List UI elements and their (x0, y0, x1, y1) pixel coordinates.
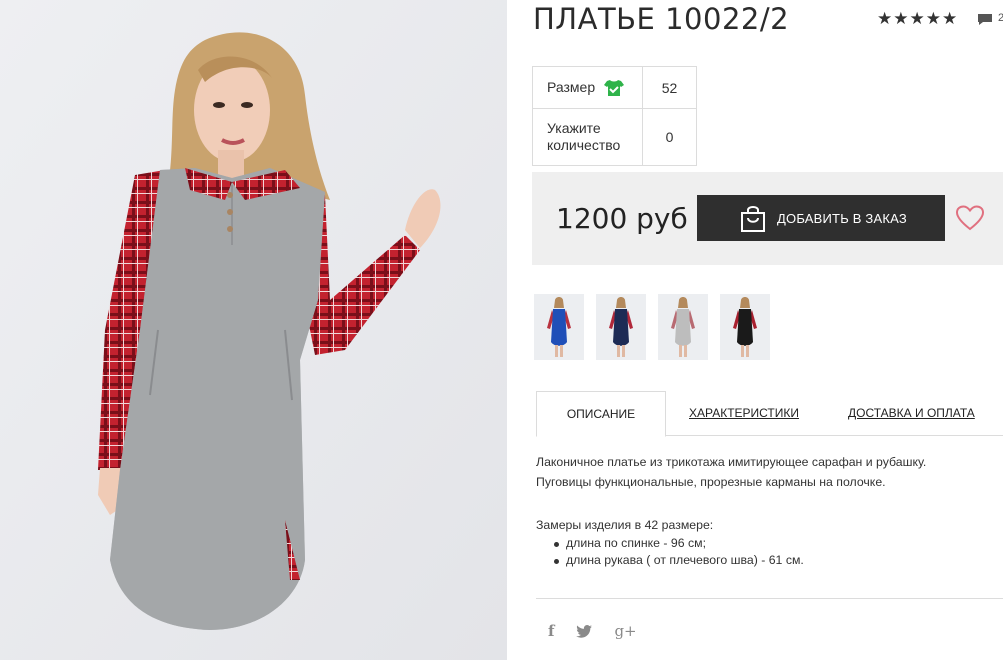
facebook-icon[interactable]: f (548, 622, 554, 640)
info-tabs: ОПИСАНИЕ ХАРАКТЕРИСТИКИ ДОСТАВКА И ОПЛАТ… (536, 391, 1003, 437)
thumbnail-image[interactable] (720, 294, 770, 360)
tab-description[interactable]: ОПИСАНИЕ (536, 391, 666, 437)
thumbnail-image[interactable] (596, 294, 646, 360)
purchase-box: 1200 руб ДОБАВИТЬ В ЗАКАЗ (532, 172, 1003, 265)
tab-delivery-payment[interactable]: ДОСТАВКА И ОПЛАТА (848, 391, 975, 436)
measurements-list: длина по спинке - 96 см; длина рукава ( … (554, 535, 996, 569)
thumbnail-strip (534, 294, 770, 360)
size-value[interactable]: 52 (642, 66, 697, 109)
heart-icon[interactable] (956, 205, 984, 231)
add-to-order-label: ДОБАВИТЬ В ЗАКАЗ (777, 210, 907, 226)
social-share: f g+ (548, 622, 637, 640)
model-photo (0, 0, 507, 660)
quantity-input[interactable]: 0 (642, 108, 697, 166)
price: 1200 руб (556, 202, 688, 235)
tab-characteristics[interactable]: ХАРАКТЕРИСТИКИ (689, 391, 799, 436)
comment-count[interactable]: 2 (998, 12, 1003, 24)
quantity-label: Укажите количество (532, 108, 643, 166)
product-title: ПЛАТЬЕ 10022/2 (533, 2, 790, 36)
measurements-title: Замеры изделия в 42 размере: (536, 518, 714, 532)
twitter-icon[interactable] (576, 624, 593, 638)
google-plus-icon[interactable]: g+ (614, 622, 636, 640)
thumbnail-image[interactable] (658, 294, 708, 360)
divider (536, 598, 1003, 599)
size-label: Размер (547, 79, 596, 95)
description-line: Лаконичное платье из трикотажа имитирующ… (536, 455, 927, 469)
list-item: длина рукава ( от плечевого шва) - 61 см… (554, 552, 996, 569)
description-line: Пуговицы функциональные, прорезные карма… (536, 475, 886, 489)
shopping-bag-icon (741, 206, 765, 232)
add-to-order-button[interactable]: ДОБАВИТЬ В ЗАКАЗ (697, 195, 945, 241)
product-description: Лаконичное платье из трикотажа имитирующ… (536, 452, 996, 569)
size-chart-icon[interactable] (604, 79, 625, 97)
rating-stars[interactable]: ★★★★★ (877, 9, 958, 29)
product-main-image[interactable] (0, 0, 507, 660)
comment-icon[interactable] (977, 13, 993, 26)
list-item: длина по спинке - 96 см; (554, 535, 996, 552)
product-options-table: Размер 52 Укажите количество 0 (532, 66, 697, 166)
thumbnail-image[interactable] (534, 294, 584, 360)
